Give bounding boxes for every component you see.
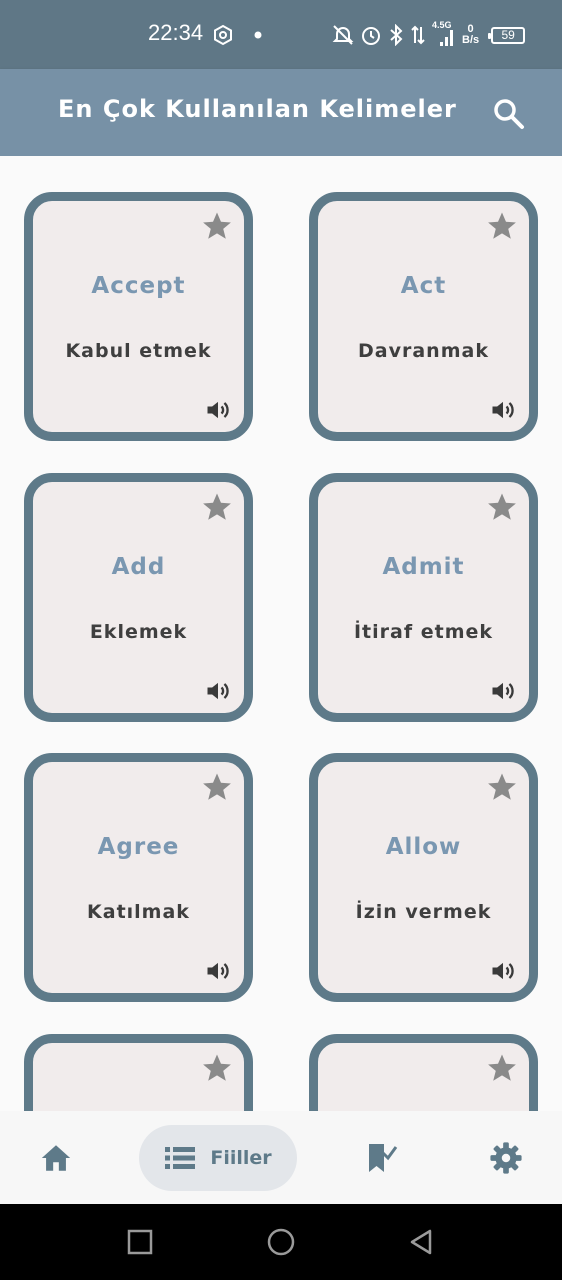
star-icon[interactable] [200,770,234,804]
page-title: En Çok Kullanılan Kelimeler [58,95,457,123]
gear-icon [490,1142,522,1174]
word-card[interactable]: Allow İzin vermek [309,753,538,1002]
word-card[interactable]: Accept Kabul etmek [24,192,253,441]
word-card[interactable]: Add Eklemek [24,473,253,722]
system-nav-bar [0,1204,562,1280]
word-card[interactable]: Act Davranmak [309,192,538,441]
nav-home[interactable] [30,1125,82,1191]
speaker-icon[interactable] [489,957,517,985]
search-icon[interactable] [490,95,526,131]
bookmark-check-icon [369,1144,398,1172]
speaker-icon[interactable] [489,677,517,705]
word-text: Admit [382,554,465,580]
recents-icon[interactable] [124,1226,156,1258]
nav-verbs[interactable]: Fiiller [139,1125,297,1191]
app-bar: En Çok Kullanılan Kelimeler [0,69,562,156]
star-icon[interactable] [485,209,519,243]
word-card-grid: Accept Kabul etmek Act Davranmak Add Ekl… [0,156,562,1111]
star-icon[interactable] [485,490,519,524]
alarm-icon [362,27,380,45]
star-icon[interactable] [485,1051,519,1085]
meaning-text: Kabul etmek [65,340,212,362]
word-text: Accept [91,273,186,299]
mute-bell-icon [332,25,354,45]
list-icon [165,1147,196,1169]
word-text: Allow [385,834,462,860]
signal-icon: 4.5G [432,20,456,48]
word-card[interactable] [24,1034,253,1111]
meaning-text: İzin vermek [355,901,492,923]
word-text: Agree [97,834,180,860]
speaker-icon[interactable] [204,396,232,424]
nav-saved[interactable] [356,1125,408,1191]
word-card[interactable] [309,1034,538,1111]
status-bar: 22:34 4.5G 0 B/s 59 [0,0,562,69]
word-text: Add [111,554,166,580]
data-arrows-icon [411,25,425,45]
star-icon[interactable] [485,770,519,804]
back-icon[interactable] [406,1226,438,1258]
word-card[interactable]: Agree Katılmak [24,753,253,1002]
star-icon[interactable] [200,1051,234,1085]
home-circle-icon[interactable] [265,1226,297,1258]
status-notification-icons [214,24,262,46]
meaning-text: Davranmak [358,340,489,362]
speaker-icon[interactable] [204,677,232,705]
bluetooth-icon [390,24,403,46]
meaning-text: İtiraf etmek [353,621,494,643]
battery-icon: 59 [488,26,526,44]
network-speed: 0 B/s [462,23,480,46]
speaker-icon[interactable] [204,957,232,985]
star-icon[interactable] [200,490,234,524]
home-icon [41,1145,71,1171]
nav-settings[interactable] [480,1125,532,1191]
status-right-icons: 4.5G 0 B/s 59 [332,20,526,50]
bottom-nav: Fiiller [0,1111,562,1204]
speaker-icon[interactable] [489,396,517,424]
meaning-text: Katılmak [87,901,190,923]
word-card[interactable]: Admit İtiraf etmek [309,473,538,722]
battery-level: 59 [501,28,515,42]
star-icon[interactable] [200,209,234,243]
status-time: 22:34 [148,20,204,45]
word-text: Act [400,273,447,299]
nav-verbs-label: Fiiller [210,1147,272,1169]
meaning-text: Eklemek [89,621,188,643]
